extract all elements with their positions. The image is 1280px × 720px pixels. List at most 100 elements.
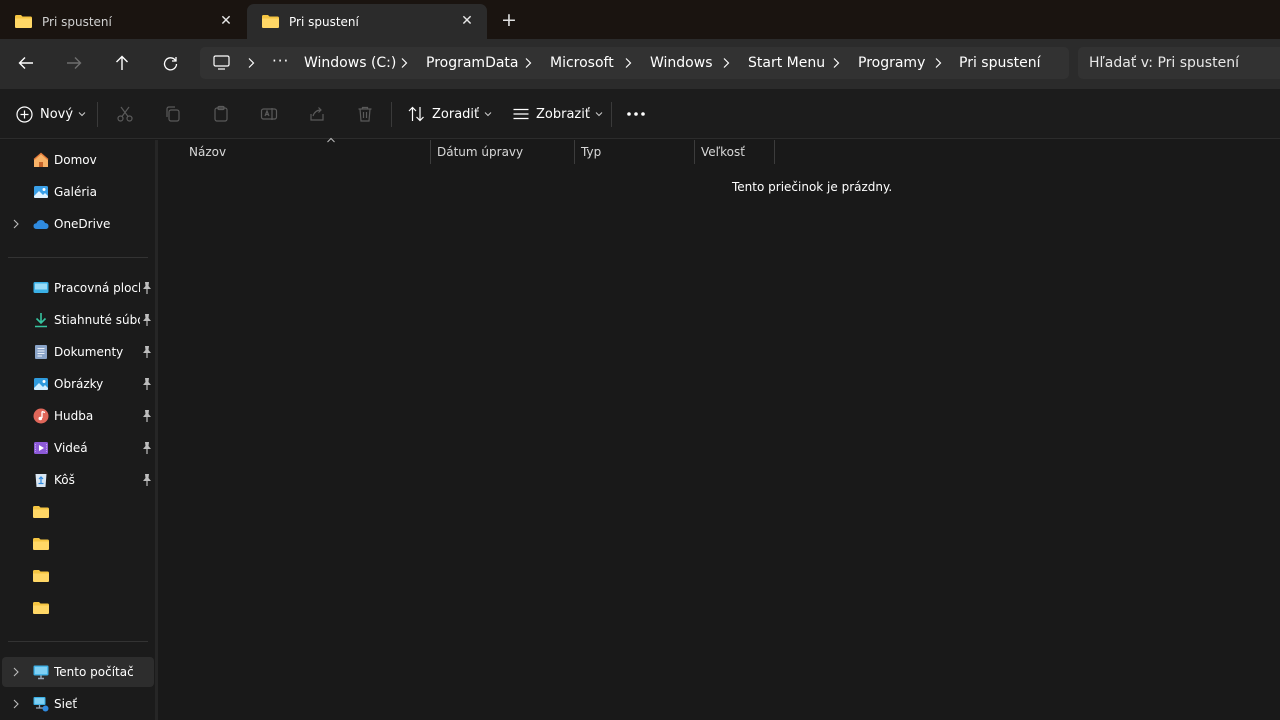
refresh-button[interactable] [157, 51, 183, 75]
chevron-down-icon [484, 112, 492, 117]
close-icon[interactable]: ✕ [218, 13, 234, 29]
tab-active[interactable]: Pri spustení ✕ [247, 4, 487, 39]
file-list: Názov Dátum úpravy Typ Veľkosť Tento pri… [158, 137, 1280, 720]
new-tab-button[interactable]: + [499, 10, 519, 30]
search-input[interactable]: Hľadať v: Pri spustení [1078, 47, 1280, 79]
sidebar-item-folder[interactable] [2, 497, 154, 527]
column-header-name[interactable]: Názov [182, 137, 430, 164]
sidebar-divider [8, 257, 148, 258]
chevron-right-icon[interactable] [12, 698, 20, 710]
breadcrumb-item[interactable]: Start Menu [748, 55, 825, 71]
sidebar-item-folder[interactable] [2, 529, 154, 559]
view-button[interactable]: Zobraziť [513, 102, 603, 126]
column-header-label: Dátum úpravy [437, 145, 524, 159]
pictures-icon [34, 378, 48, 390]
sidebar-item-folder[interactable] [2, 593, 154, 623]
address-bar[interactable]: ··· Windows (C:) ProgramData Microsoft W… [200, 47, 1069, 79]
breadcrumb-item[interactable]: ProgramData [426, 55, 519, 71]
folder-icon [33, 538, 49, 550]
pin-icon[interactable] [141, 377, 153, 391]
sidebar-item-label: Pracovná plocha [54, 281, 140, 295]
breadcrumb-item[interactable]: Windows (C:) [304, 55, 396, 71]
breadcrumb-item[interactable]: Windows [650, 55, 713, 71]
pin-icon[interactable] [141, 473, 153, 487]
breadcrumb-item[interactable]: Programy [858, 55, 925, 71]
copy-icon[interactable] [164, 105, 182, 123]
sidebar-item-videos[interactable]: Videá [2, 433, 154, 463]
view-label: Zobraziť [536, 106, 590, 122]
cut-icon[interactable] [116, 105, 134, 123]
column-header-size[interactable]: Veľkosť [694, 140, 774, 164]
rename-icon[interactable] [260, 105, 278, 123]
back-button[interactable] [13, 51, 39, 75]
pin-icon[interactable] [141, 313, 153, 327]
sidebar-item-label: Dokumenty [54, 345, 124, 359]
chevron-right-icon[interactable] [12, 666, 20, 678]
tab-inactive[interactable]: Pri spustení ✕ [0, 4, 246, 39]
paste-icon[interactable] [212, 105, 230, 123]
column-header-type[interactable]: Typ [574, 140, 694, 164]
sidebar-item-label: OneDrive [54, 217, 111, 231]
arrow-right-icon [67, 57, 82, 69]
sidebar-item-this-pc[interactable]: Tento počítač [2, 657, 154, 687]
sidebar-item-onedrive[interactable]: OneDrive [2, 209, 154, 239]
sidebar-divider [8, 641, 148, 642]
sidebar-item-downloads[interactable]: Stiahnuté súbory [2, 305, 154, 335]
arrow-up-icon [116, 55, 128, 70]
recycle-bin-icon [35, 474, 47, 487]
new-button[interactable]: Nový [16, 102, 86, 126]
sidebar-item-network[interactable]: Sieť [2, 689, 154, 719]
sidebar-item-folder[interactable] [2, 561, 154, 591]
folder-icon [33, 570, 49, 582]
sidebar-item-home[interactable]: Domov [2, 145, 154, 175]
sidebar-item-label: Sieť [54, 697, 78, 711]
chevron-right-icon [248, 58, 255, 68]
computer-icon [33, 665, 49, 680]
sidebar-item-documents[interactable]: Dokumenty [2, 337, 154, 367]
chevron-right-icon[interactable] [12, 218, 20, 230]
forward-button[interactable] [61, 51, 87, 75]
breadcrumb-item-current[interactable]: Pri spustení [959, 55, 1041, 71]
sidebar-item-desktop[interactable]: Pracovná plocha [2, 273, 154, 303]
breadcrumb-item[interactable]: Microsoft [550, 55, 614, 71]
up-button[interactable] [109, 51, 135, 75]
pin-icon[interactable] [141, 409, 153, 423]
chevron-right-icon [525, 58, 532, 68]
sidebar-item-pictures[interactable]: Obrázky [2, 369, 154, 399]
sidebar-item-label: Obrázky [54, 377, 104, 391]
home-icon [33, 152, 49, 167]
navigation-bar: ··· Windows (C:) ProgramData Microsoft W… [0, 39, 1280, 89]
sort-button[interactable]: Zoradiť [408, 102, 492, 126]
column-header-date[interactable]: Dátum úpravy [430, 140, 574, 164]
sidebar-item-music[interactable]: Hudba [2, 401, 154, 431]
chevron-right-icon [625, 58, 632, 68]
delete-icon[interactable] [356, 105, 374, 123]
more-options-button[interactable] [627, 111, 645, 117]
sidebar-item-label: Domov [54, 153, 97, 167]
column-header-label: Veľkosť [701, 145, 745, 159]
sidebar-item-label: Galéria [54, 185, 97, 199]
more-horizontal-icon [627, 112, 645, 116]
more-crumbs-button[interactable]: ··· [272, 52, 289, 70]
pin-icon[interactable] [141, 441, 153, 455]
column-header-label: Typ [581, 145, 602, 159]
sidebar-item-gallery[interactable]: Galéria [2, 177, 154, 207]
column-divider[interactable] [774, 140, 775, 164]
sidebar-item-recycle-bin[interactable]: Kôš [2, 465, 154, 495]
pin-icon[interactable] [141, 345, 153, 359]
pin-icon[interactable] [141, 281, 153, 295]
share-icon[interactable] [308, 105, 326, 123]
sort-ascending-icon [327, 137, 335, 143]
toolbar-divider [391, 102, 392, 127]
empty-folder-message: Tento priečinok je prázdny. [732, 180, 893, 194]
close-icon[interactable]: ✕ [459, 13, 475, 29]
tab-label: Pri spustení [289, 14, 359, 29]
video-icon [34, 442, 48, 454]
sidebar-item-label: Videá [54, 441, 88, 455]
chevron-right-icon [935, 58, 942, 68]
sidebar-item-label: Stiahnuté súbory [54, 313, 140, 327]
toolbar-divider [97, 102, 98, 127]
gallery-icon [34, 186, 48, 198]
chevron-right-icon [401, 58, 408, 68]
column-header-label: Názov [189, 145, 227, 159]
